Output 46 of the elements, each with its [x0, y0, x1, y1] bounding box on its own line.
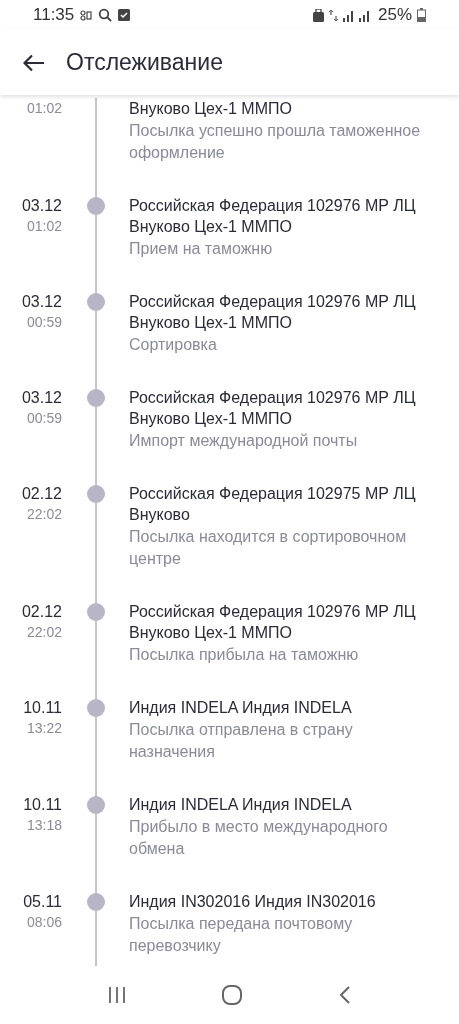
event-time: 00:59 — [26, 313, 62, 332]
event-date: 02.12 — [21, 484, 62, 504]
event-location: Внуково Цех-1 ММПО — [129, 99, 293, 119]
event-location: Российская Федерация 102976 МР ЛЦ Внуково Цех-1 ММПО — [129, 388, 417, 429]
event-status: Прибыло в место международного обмена — [129, 817, 389, 859]
event-status: Импорт международной почты — [129, 431, 359, 451]
event-time: 00:59 — [26, 409, 62, 428]
battery-percentage: 25% — [377, 4, 412, 27]
event-time: 13:22 — [26, 719, 62, 738]
event-location: Российская Федерация 102976 МР ЛЦ Внуково Цех-1 ММПО — [129, 196, 417, 237]
event-date: 10.11 — [23, 795, 62, 815]
event-status: Посылка успешно прошла таможенное оформление — [129, 121, 422, 163]
event-date: 03.12 — [21, 196, 62, 216]
event-time: 01:02 — [26, 99, 62, 118]
checkbox-icon — [118, 9, 131, 21]
event-date: 02.12 — [21, 602, 62, 622]
event-date: 05.11 — [23, 892, 62, 912]
recent-apps-icon[interactable] — [108, 986, 127, 1004]
page-title: Отслеживание — [66, 48, 223, 78]
event-status: Прием на таможню — [129, 239, 274, 259]
event-location: Индия INDELA Индия INDELA — [129, 795, 353, 815]
battery-icon — [417, 8, 426, 22]
event-date: 10.11 — [23, 698, 62, 718]
lock-icon — [312, 8, 324, 22]
event-time: 01:02 — [26, 217, 62, 236]
event-status: Сортировка — [129, 335, 218, 355]
search-icon — [98, 8, 113, 22]
home-icon[interactable] — [222, 985, 243, 1005]
clock-time: 11:35 — [33, 4, 75, 27]
event-location: Российская Федерация 102976 МР ЛЦ Внуково Цех-1 ММПО — [129, 292, 417, 333]
event-date: 03.12 — [21, 388, 62, 408]
event-time: 22:02 — [26, 505, 62, 524]
event-time: 08:06 — [26, 913, 62, 932]
event-time: 13:18 — [26, 816, 62, 835]
event-location: Российская Федерация 102976 МР ЛЦ Внуково Цех-1 ММПО — [129, 602, 417, 643]
event-status: Посылка прибыла на таможню — [129, 645, 360, 665]
event-location: Российская Федерация 102975 МР ЛЦ Внуково — [129, 484, 417, 525]
back-arrow-icon — [23, 53, 45, 72]
event-date: 03.12 — [21, 292, 62, 312]
event-location: Индия INDELA Индия INDELA — [129, 698, 353, 718]
event-status: Посылка отправлена в страну назначения — [129, 720, 354, 762]
back-icon[interactable] — [338, 986, 351, 1004]
event-location: Индия IN302016 Индия IN302016 — [129, 892, 377, 912]
event-time: 22:02 — [26, 623, 62, 642]
event-status: Посылка передана почтовому перевозчику — [129, 914, 354, 956]
event-status: Посылка находится в сортировочном центре — [129, 527, 408, 569]
